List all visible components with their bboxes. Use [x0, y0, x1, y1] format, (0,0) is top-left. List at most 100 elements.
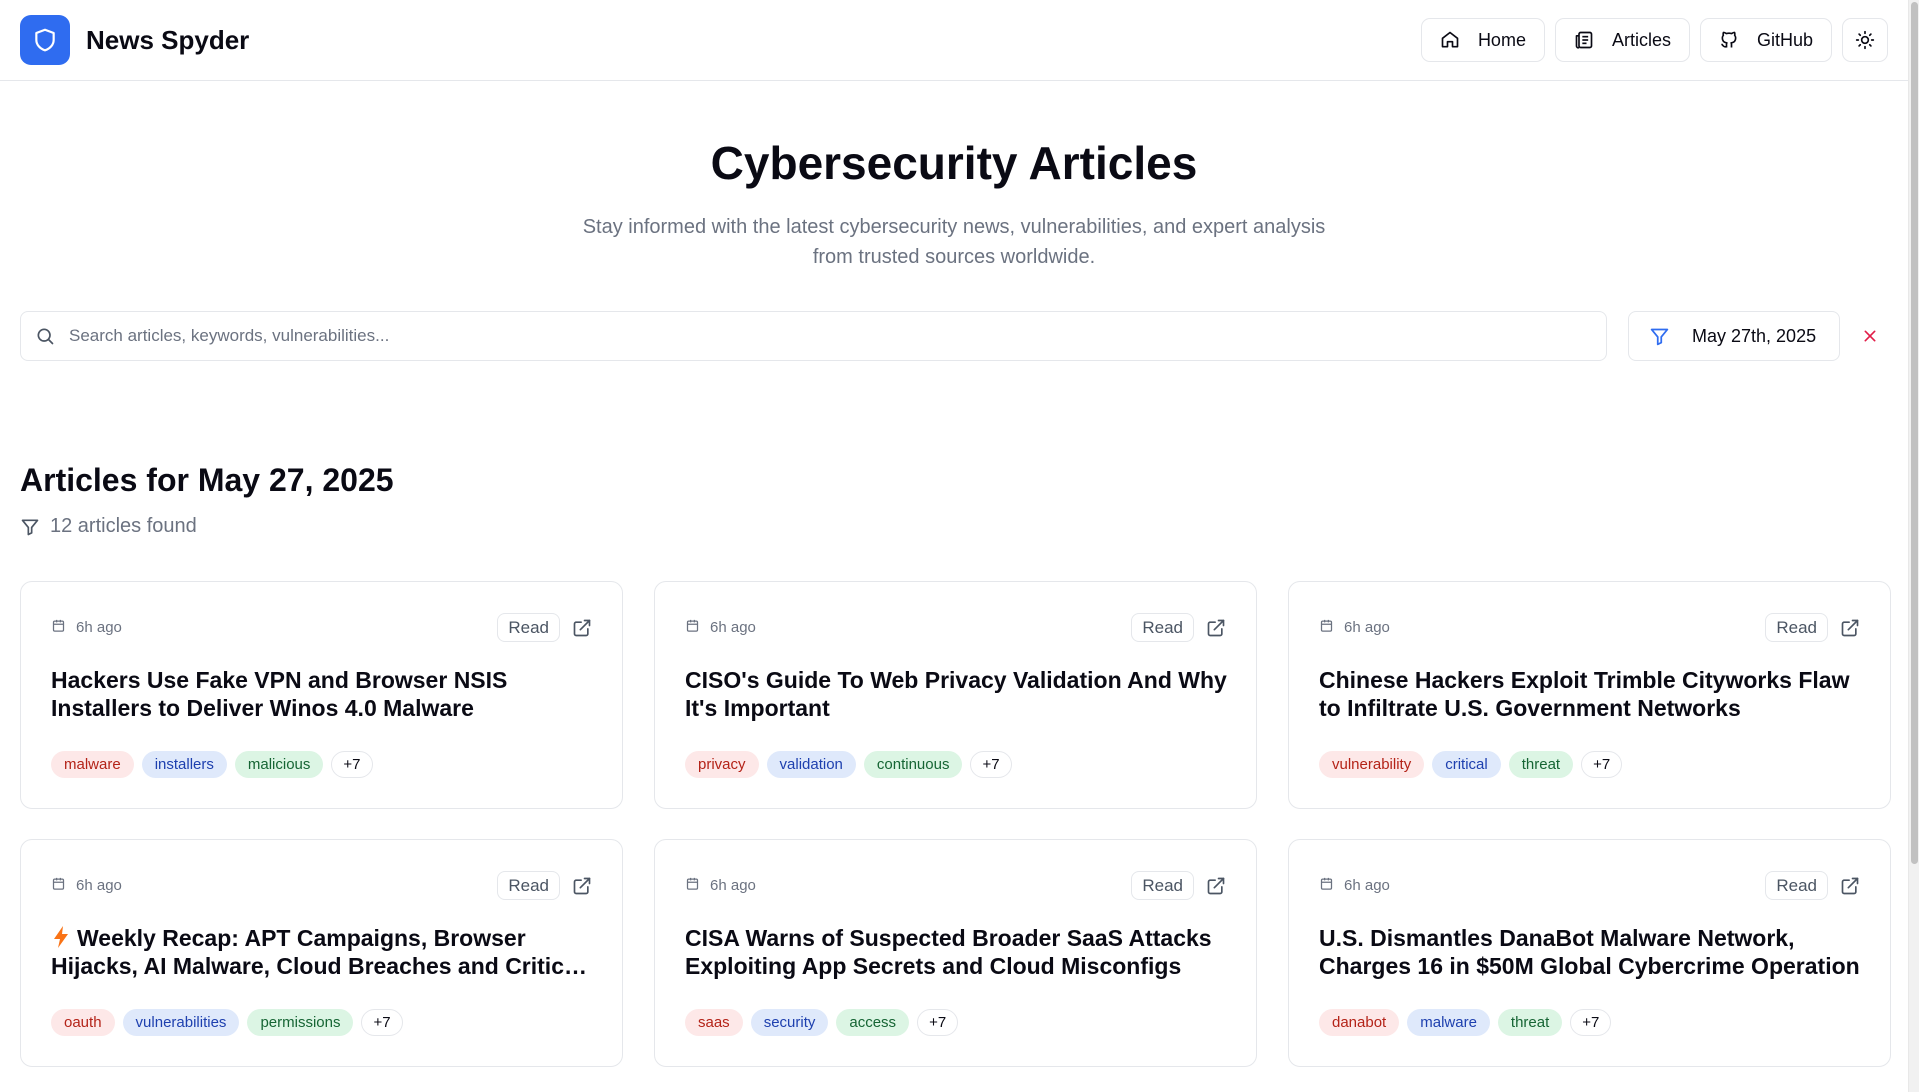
read-button[interactable]: Read — [1131, 613, 1194, 642]
subtitle-line-1: Stay informed with the latest cybersecur… — [582, 216, 1326, 238]
more-tags-badge[interactable]: +7 — [917, 1009, 959, 1036]
more-tags-badge[interactable]: +7 — [361, 1009, 403, 1036]
tag-badge[interactable]: validation — [766, 751, 856, 778]
article-title[interactable]: CISA Warns of Suspected Broader SaaS Att… — [685, 924, 1230, 980]
close-icon — [1864, 330, 1876, 342]
external-link-icon[interactable] — [1840, 876, 1860, 896]
article-title[interactable]: Chinese Hackers Exploit Trimble Citywork… — [1319, 666, 1864, 722]
date-filter-value: May 27th, 2025 — [1692, 325, 1817, 346]
tag-badge[interactable]: critical — [1432, 751, 1501, 778]
search-input[interactable] — [69, 326, 1469, 346]
date-filter-button[interactable]: May 27th, 2025 — [1628, 311, 1840, 361]
tag-badge[interactable]: danabot — [1319, 1009, 1400, 1036]
scrollbar-thumb[interactable] — [1911, 2, 1918, 864]
nav-github-label: GitHub — [1756, 29, 1813, 50]
page-title: Cybersecurity Articles — [710, 137, 1198, 189]
tag-badge[interactable]: vulnerabilities — [122, 1009, 240, 1036]
article-card[interactable]: 6h ago Read Chinese Hackers Exploit Trim… — [1288, 581, 1891, 809]
tag-badge[interactable]: saas — [685, 1009, 743, 1036]
app-name: News Spyder — [86, 24, 250, 55]
home-icon — [1441, 31, 1459, 48]
results-count: 12 articles found — [20, 515, 197, 538]
article-meta: 6h ago — [1319, 618, 1390, 637]
article-title-text: Chinese Hackers Exploit Trimble Citywork… — [1319, 667, 1850, 721]
more-tags-badge[interactable]: +7 — [1570, 1009, 1612, 1036]
page-subtitle: Stay informed with the latest cybersecur… — [554, 212, 1354, 272]
tag-badge[interactable]: malware — [51, 751, 134, 778]
tag-badge[interactable]: installers — [141, 751, 227, 778]
more-tags-badge[interactable]: +7 — [970, 751, 1012, 778]
article-title[interactable]: Weekly Recap: APT Campaigns, Browser Hij… — [51, 924, 596, 980]
article-card[interactable]: 6h ago Read U.S. Dismantles DanaBot Malw… — [1288, 839, 1891, 1067]
external-link-icon[interactable] — [572, 618, 592, 638]
article-title[interactable]: U.S. Dismantles DanaBot Malware Network,… — [1319, 924, 1864, 980]
article-title-text: Hackers Use Fake VPN and Browser NSIS In… — [51, 667, 508, 721]
article-title[interactable]: Hackers Use Fake VPN and Browser NSIS In… — [51, 666, 596, 722]
theme-toggle-button[interactable] — [1842, 18, 1888, 62]
external-link-icon[interactable] — [1206, 618, 1226, 638]
article-meta: 6h ago — [685, 876, 756, 895]
nav-articles-label: Articles — [1611, 29, 1671, 50]
external-link-icon[interactable] — [1206, 876, 1226, 896]
brand[interactable]: News Spyder — [20, 15, 249, 65]
article-title-text: Weekly Recap: APT Campaigns, Browser Hij… — [51, 925, 584, 979]
article-meta: 6h ago — [1319, 876, 1390, 895]
main-nav: Home Articles GitHub — [1420, 18, 1888, 62]
top-navbar: News Spyder Home Articles GitHub — [0, 0, 1908, 81]
section-title: Articles for May 27, 2025 — [20, 462, 394, 498]
tag-badge[interactable]: security — [750, 1009, 829, 1036]
article-time: 6h ago — [1344, 619, 1390, 636]
article-time: 6h ago — [710, 619, 756, 636]
article-title-text: U.S. Dismantles DanaBot Malware Network,… — [1319, 925, 1860, 979]
article-title-text: CISO's Guide To Web Privacy Validation A… — [685, 667, 1227, 721]
article-time: 6h ago — [76, 877, 122, 894]
nav-articles-button[interactable]: Articles — [1554, 18, 1690, 62]
tag-badge[interactable]: oauth — [51, 1009, 115, 1036]
sun-icon — [1855, 30, 1875, 50]
read-button[interactable]: Read — [1765, 871, 1828, 900]
more-tags-badge[interactable]: +7 — [1581, 751, 1623, 778]
article-card[interactable]: 6h ago Read CISA Warns of Suspected Broa… — [654, 839, 1257, 1067]
tag-badge[interactable]: threat — [1508, 751, 1574, 778]
read-button[interactable]: Read — [497, 613, 560, 642]
article-title-text: CISA Warns of Suspected Broader SaaS Att… — [685, 925, 1212, 979]
read-button[interactable]: Read — [497, 871, 560, 900]
tag-badge[interactable]: malicious — [234, 751, 324, 778]
tag-badge[interactable]: vulnerability — [1319, 751, 1425, 778]
article-card[interactable]: 6h ago Read Hackers Use Fake VPN and Bro… — [20, 581, 623, 809]
external-link-icon[interactable] — [1840, 618, 1860, 638]
article-meta: 6h ago — [51, 876, 122, 895]
tag-badge[interactable]: privacy — [685, 751, 759, 778]
tag-badge[interactable]: permissions — [247, 1009, 354, 1036]
article-time: 6h ago — [710, 877, 756, 894]
calendar-icon — [1319, 876, 1334, 895]
search-icon — [37, 328, 54, 345]
article-time: 6h ago — [76, 619, 122, 636]
clear-filter-button[interactable] — [1858, 324, 1882, 348]
tag-badge[interactable]: malware — [1407, 1009, 1490, 1036]
tag-badge[interactable]: threat — [1497, 1009, 1563, 1036]
nav-home-button[interactable]: Home — [1420, 18, 1545, 62]
article-tags: malware installers malicious +7 — [51, 751, 373, 778]
article-meta: 6h ago — [685, 618, 756, 637]
more-tags-badge[interactable]: +7 — [331, 751, 373, 778]
read-button[interactable]: Read — [1131, 871, 1194, 900]
results-count-text: 12 articles found — [50, 515, 197, 537]
github-icon — [1721, 31, 1737, 48]
calendar-icon — [685, 618, 700, 637]
page-scrollbar[interactable] — [1908, 0, 1919, 1092]
article-card[interactable]: 6h ago Read CISO's Guide To Web Privacy … — [654, 581, 1257, 809]
article-time: 6h ago — [1344, 877, 1390, 894]
article-tags: vulnerability critical threat +7 — [1319, 751, 1623, 778]
search-box[interactable] — [20, 311, 1607, 361]
read-button[interactable]: Read — [1765, 613, 1828, 642]
tag-badge[interactable]: access — [836, 1009, 910, 1036]
subtitle-line-2: from trusted sources worldwide. — [812, 246, 1096, 268]
external-link-icon[interactable] — [572, 876, 592, 896]
article-card[interactable]: 6h ago Read Weekly Recap: APT Campaigns,… — [20, 839, 623, 1067]
tag-badge[interactable]: continuous — [863, 751, 963, 778]
article-tags: danabot malware threat +7 — [1319, 1009, 1612, 1036]
nav-github-button[interactable]: GitHub — [1699, 18, 1832, 62]
calendar-icon — [51, 618, 66, 637]
article-title[interactable]: CISO's Guide To Web Privacy Validation A… — [685, 666, 1230, 722]
